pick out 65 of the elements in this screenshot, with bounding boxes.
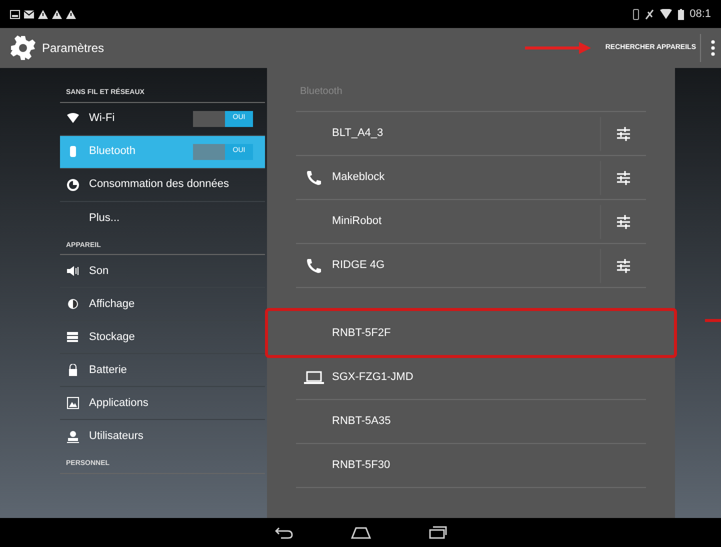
device-row[interactable]: RNBT-5F30: [296, 444, 646, 488]
contrast-icon: [67, 298, 79, 310]
overflow-menu-icon[interactable]: [711, 40, 715, 56]
user-icon: [67, 430, 79, 442]
item-label: Affichage: [89, 296, 136, 312]
device-name: BLT_A4_3: [332, 126, 384, 142]
device-row[interactable]: Makeblock: [296, 156, 646, 200]
back-icon[interactable]: [274, 526, 292, 538]
item-label: Plus...: [89, 210, 121, 226]
item-label: Wi-Fi: [89, 111, 116, 126]
clock-time: 08:1: [690, 6, 711, 22]
device-row[interactable]: RNBT-5F2F: [296, 311, 648, 355]
sliders-icon: [617, 214, 630, 228]
device-name: Makeblock: [332, 170, 386, 186]
item-label: Utilisateurs: [89, 429, 144, 444]
gear-icon[interactable]: [10, 35, 36, 61]
device-row[interactable]: RIDGE 4G: [296, 244, 646, 288]
device-name: SGX-FZG1-JMD: [332, 370, 414, 386]
device-row[interactable]: BLT_A4_3: [296, 112, 646, 156]
item-label: Bluetooth: [89, 144, 136, 160]
lock-icon: [67, 364, 79, 376]
item-label: Applications: [89, 396, 150, 411]
item-label: Son: [89, 264, 110, 279]
device-row[interactable]: SGX-FZG1-JMD: [296, 356, 646, 400]
device-row[interactable]: RNBT-5A35: [296, 400, 646, 444]
mail-icon: [24, 10, 34, 18]
sliders-icon: [617, 126, 630, 140]
image-icon: [67, 397, 79, 409]
warning-icon: [66, 10, 76, 18]
annotation-arrow: [525, 42, 592, 54]
sidebar-item[interactable]: Batterie: [60, 354, 265, 387]
sidebar-item[interactable]: Affichage: [60, 288, 265, 321]
device-name: RIDGE 4G: [332, 258, 386, 274]
pie-chart-icon: [67, 178, 79, 190]
laptop-icon: [304, 371, 324, 384]
sidebar-item[interactable]: Applications: [60, 387, 265, 420]
battery-icon: [678, 8, 684, 20]
device-name: RNBT-5F2F: [332, 326, 392, 341]
wifi-icon: [67, 112, 79, 124]
speaker-icon: [67, 265, 79, 277]
phone-icon: [306, 258, 322, 274]
recent-apps-icon[interactable]: [428, 526, 446, 539]
no-signal-icon: [644, 8, 654, 20]
device-name: RNBT-5A35: [332, 414, 392, 430]
sidebar-item[interactable]: Plus...: [60, 202, 265, 234]
sliders-icon: [617, 170, 630, 184]
app-title: Paramètres: [42, 40, 104, 57]
sidebar-item[interactable]: Utilisateurs: [60, 420, 265, 453]
device-name: RNBT-5F30: [332, 458, 392, 474]
item-label: Stockage: [89, 330, 136, 345]
item-label: Batterie: [89, 362, 128, 378]
home-icon[interactable]: [350, 526, 370, 538]
warning-icon: [52, 10, 62, 18]
sidebar-item[interactable]: Consommation des données: [60, 168, 265, 202]
device-name: MiniRobot: [332, 214, 383, 230]
sliders-icon: [617, 258, 630, 272]
sidebar-item[interactable]: Stockage: [60, 321, 265, 354]
device-row[interactable]: MiniRobot: [296, 200, 646, 244]
warning-icon: [38, 10, 48, 18]
wifi-icon: [660, 9, 672, 19]
picture-icon: [10, 10, 20, 18]
phone-icon: [306, 170, 322, 186]
sidebar-item[interactable]: Son: [60, 255, 265, 288]
storage-icon: [67, 331, 79, 343]
item-label: Consommation des données: [89, 177, 230, 192]
